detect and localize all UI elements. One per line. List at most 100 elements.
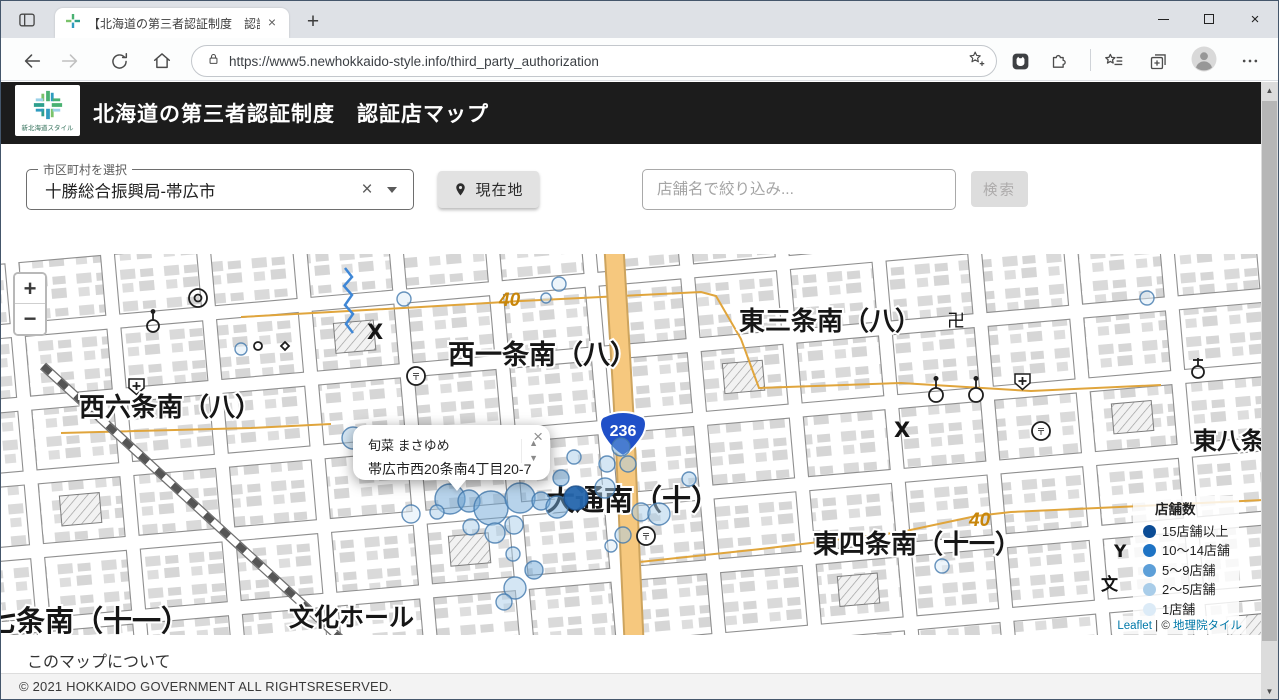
street-label: 東八条南 [1193,427,1263,455]
store-cluster-marker[interactable] [631,502,651,522]
toolbar-separator [1090,49,1091,71]
store-cluster-marker[interactable] [234,342,248,356]
tab-actions-menu-icon[interactable] [15,9,39,31]
settings-menu-icon[interactable] [1237,48,1263,74]
store-cluster-marker[interactable] [934,558,950,574]
browser-tab[interactable]: 【北海道の第三者認証制度 認証 × [55,8,289,38]
municipality-select-label: 市区町村を選択 [38,161,133,178]
map-attribution: Leaflet | © 地理院タイル [1113,616,1246,634]
street-label: 東四条南（十一） [813,530,1021,560]
legend-swatch [1143,544,1156,557]
profile-avatar[interactable] [1191,46,1217,77]
forward-button[interactable] [57,48,83,74]
home-button[interactable] [149,48,175,74]
window-controls: × [1140,1,1278,38]
collections-icon[interactable] [1145,48,1171,74]
legend-item: 15店舗以上 [1143,524,1233,538]
store-cluster-marker[interactable] [647,502,671,526]
store-cluster-marker[interactable] [401,504,421,524]
store-cluster-marker[interactable] [566,449,582,465]
store-cluster-marker[interactable] [563,485,589,511]
street-label: 東三条南（八） [739,307,921,337]
scrollbar-down-icon[interactable]: ▼ [1261,683,1278,699]
tab-close-icon[interactable]: × [263,14,281,32]
search-button[interactable]: 検索 [971,171,1028,207]
popup-scroll-control: ▲ ▼ [521,439,538,463]
gsi-tiles-link[interactable]: 地理院タイル [1173,620,1242,632]
scrollbar-up-icon[interactable]: ▲ [1261,82,1278,99]
store-cluster-marker[interactable] [462,518,480,536]
store-cluster-marker[interactable] [614,526,632,544]
store-cluster-marker[interactable] [505,546,521,562]
store-cluster-marker[interactable] [552,469,570,487]
street-label: 文化ホール [289,603,414,632]
maximize-button[interactable] [1186,1,1232,37]
svg-text:40: 40 [498,290,521,311]
store-cluster-marker[interactable] [598,455,616,473]
address-bar[interactable]: https://www5.newhokkaido-style.info/thir… [191,45,997,77]
store-cluster-marker[interactable] [540,292,552,304]
lock-icon[interactable] [206,51,221,72]
store-cluster-marker[interactable] [551,276,567,292]
store-cluster-marker[interactable] [594,477,616,499]
store-cluster-marker[interactable] [429,504,445,520]
map-container[interactable]: X X 卍 Y 文 〒 〒 〒 西一条南（八） 東三条南（八） 西六条南（八） … [1,254,1263,635]
zoom-in-button[interactable]: + [15,274,45,304]
scrollbar-thumb[interactable] [1262,101,1277,641]
map-canvas[interactable]: X X 卍 Y 文 〒 〒 〒 西一条南（八） 東三条南（八） 西六条南（八） … [1,254,1263,635]
logo-text: 新北海道スタイル [21,125,74,132]
extensions-puzzle-icon[interactable] [1045,48,1071,74]
tab-favicon [65,13,81,34]
store-cluster-marker[interactable] [611,437,631,457]
store-cluster-marker[interactable] [681,471,697,487]
street-label: 七条南（十一） [1,604,190,635]
favorites-icon[interactable] [1101,48,1127,74]
store-cluster-marker[interactable] [604,539,618,553]
store-name-search-input[interactable] [642,169,956,210]
store-cluster-marker[interactable] [484,522,506,544]
scroll-up-icon[interactable]: ▲ [529,439,538,448]
refresh-button[interactable] [106,48,132,74]
location-pin-icon [456,183,466,196]
tab-title: 【北海道の第三者認証制度 認証 [88,16,260,31]
clear-selection-icon[interactable]: × [353,179,381,201]
municipality-select[interactable]: 市区町村を選択 十勝総合振興局-帯広市 × [26,161,414,210]
scroll-down-icon[interactable]: ▼ [529,454,538,463]
store-cluster-marker[interactable] [473,490,509,526]
legend-item: 1店舗 [1143,602,1233,616]
add-favorite-icon[interactable] [966,49,986,74]
leaflet-link[interactable]: Leaflet [1117,620,1152,632]
svg-text:〒: 〒 [1036,428,1045,438]
store-cluster-marker[interactable] [504,482,536,514]
back-button[interactable] [19,48,45,74]
legend-title: 店舗数 [1155,502,1196,517]
store-cluster-marker[interactable] [524,560,544,580]
svg-text:Y: Y [1113,542,1127,562]
current-location-label: 現在地 [475,182,524,199]
minimize-icon [1157,18,1169,20]
site-logo: 新北海道スタイル [15,85,80,136]
close-icon: × [1250,10,1260,28]
zoom-out-button[interactable]: − [15,304,45,334]
browser-window: 【北海道の第三者認証制度 認証 × + × https://www5.newho… [0,0,1279,700]
site-footer: © 2021 HOKKAIDO GOVERNMENT ALL RIGHTSRES… [1,673,1263,699]
popup-store-address: 帯広市西20条南4丁目20-7 [368,461,532,477]
current-location-button[interactable]: 現在地 [438,171,539,208]
about-map-link[interactable]: このマップについて [27,648,171,672]
new-tab-button[interactable]: + [299,9,327,35]
page-scrollbar[interactable]: ▲ ▼ [1261,82,1278,699]
map-zoom-control: + − [13,272,47,336]
legend-swatch [1143,583,1156,596]
extension-badge-icon[interactable] [1007,48,1033,74]
store-popup: × 旬菜 まさゆめ 帯広市西20条南4丁目20-7 ▲ ▼ [353,425,550,491]
store-cluster-marker[interactable] [504,515,524,535]
store-cluster-marker[interactable] [396,291,412,307]
url-text[interactable]: https://www5.newhokkaido-style.info/thir… [229,54,966,69]
store-cluster-marker[interactable] [1139,290,1155,306]
store-cluster-marker[interactable] [495,593,513,611]
close-window-button[interactable]: × [1232,1,1278,37]
street-label: 西一条南（八） [448,340,637,371]
minimize-button[interactable] [1140,1,1186,37]
chevron-down-icon[interactable] [387,186,397,193]
store-cluster-marker[interactable] [619,455,637,473]
